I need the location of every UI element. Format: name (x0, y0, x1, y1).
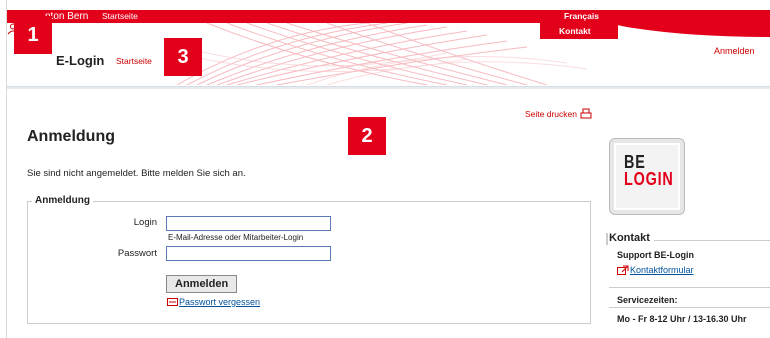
contact-form-link[interactable]: Kontaktformular (630, 265, 694, 275)
page-title: Anmeldung (27, 128, 115, 145)
top-bar: nton Bern Startseite Français (7, 10, 770, 23)
be-login-logo: BE LOGIN (609, 138, 685, 215)
contact-box-edge (606, 233, 608, 245)
language-switch-link[interactable]: Français (564, 10, 599, 23)
forgot-password-icon (167, 298, 178, 306)
header: E-Login Startseite Anmelden (7, 23, 770, 85)
logo-text-login: LOGIN (624, 169, 674, 189)
login-label: Login (133, 217, 157, 228)
password-input[interactable] (166, 246, 331, 261)
support-name: Support BE-Login (617, 250, 694, 260)
header-divider (7, 86, 770, 89)
submit-login-button[interactable]: Anmelden (166, 275, 238, 293)
header-wave-decoration (166, 23, 770, 85)
login-form: Anmeldung Login E-Mail-Adresse oder Mita… (27, 195, 591, 324)
logo-panel: BE LOGIN (616, 145, 678, 208)
login-input[interactable] (166, 216, 331, 231)
forgot-password-link[interactable]: Passwort vergessen (179, 297, 260, 307)
external-link-icon (617, 265, 629, 275)
login-form-legend: Anmeldung (32, 195, 93, 206)
top-home-link[interactable]: Startseite (102, 10, 138, 23)
service-divider-bottom (609, 307, 770, 308)
service-divider-top (609, 287, 770, 288)
breadcrumb-home-link[interactable]: Startseite (116, 56, 152, 66)
marker-badge-1: 1 (14, 16, 52, 54)
login-hint: E-Mail-Adresse oder Mitarbeiter-Login (168, 233, 304, 242)
password-label: Passwort (117, 248, 157, 259)
login-status-text: Sie sind nicht angemeldet. Bitte melden … (27, 168, 246, 179)
marker-badge-3: 3 (164, 38, 202, 76)
service-hours-value: Mo - Fr 8-12 Uhr / 13-16.30 Uhr (617, 314, 747, 324)
contact-box-title: Kontakt (609, 232, 654, 244)
marker-badge-2: 2 (348, 117, 386, 155)
app-title: E-Login (56, 53, 105, 68)
printer-icon[interactable] (580, 108, 592, 119)
print-page-link[interactable]: Seite drucken (525, 109, 577, 119)
service-hours-label: Servicezeiten: (617, 295, 678, 305)
header-login-link[interactable]: Anmelden (714, 46, 755, 56)
